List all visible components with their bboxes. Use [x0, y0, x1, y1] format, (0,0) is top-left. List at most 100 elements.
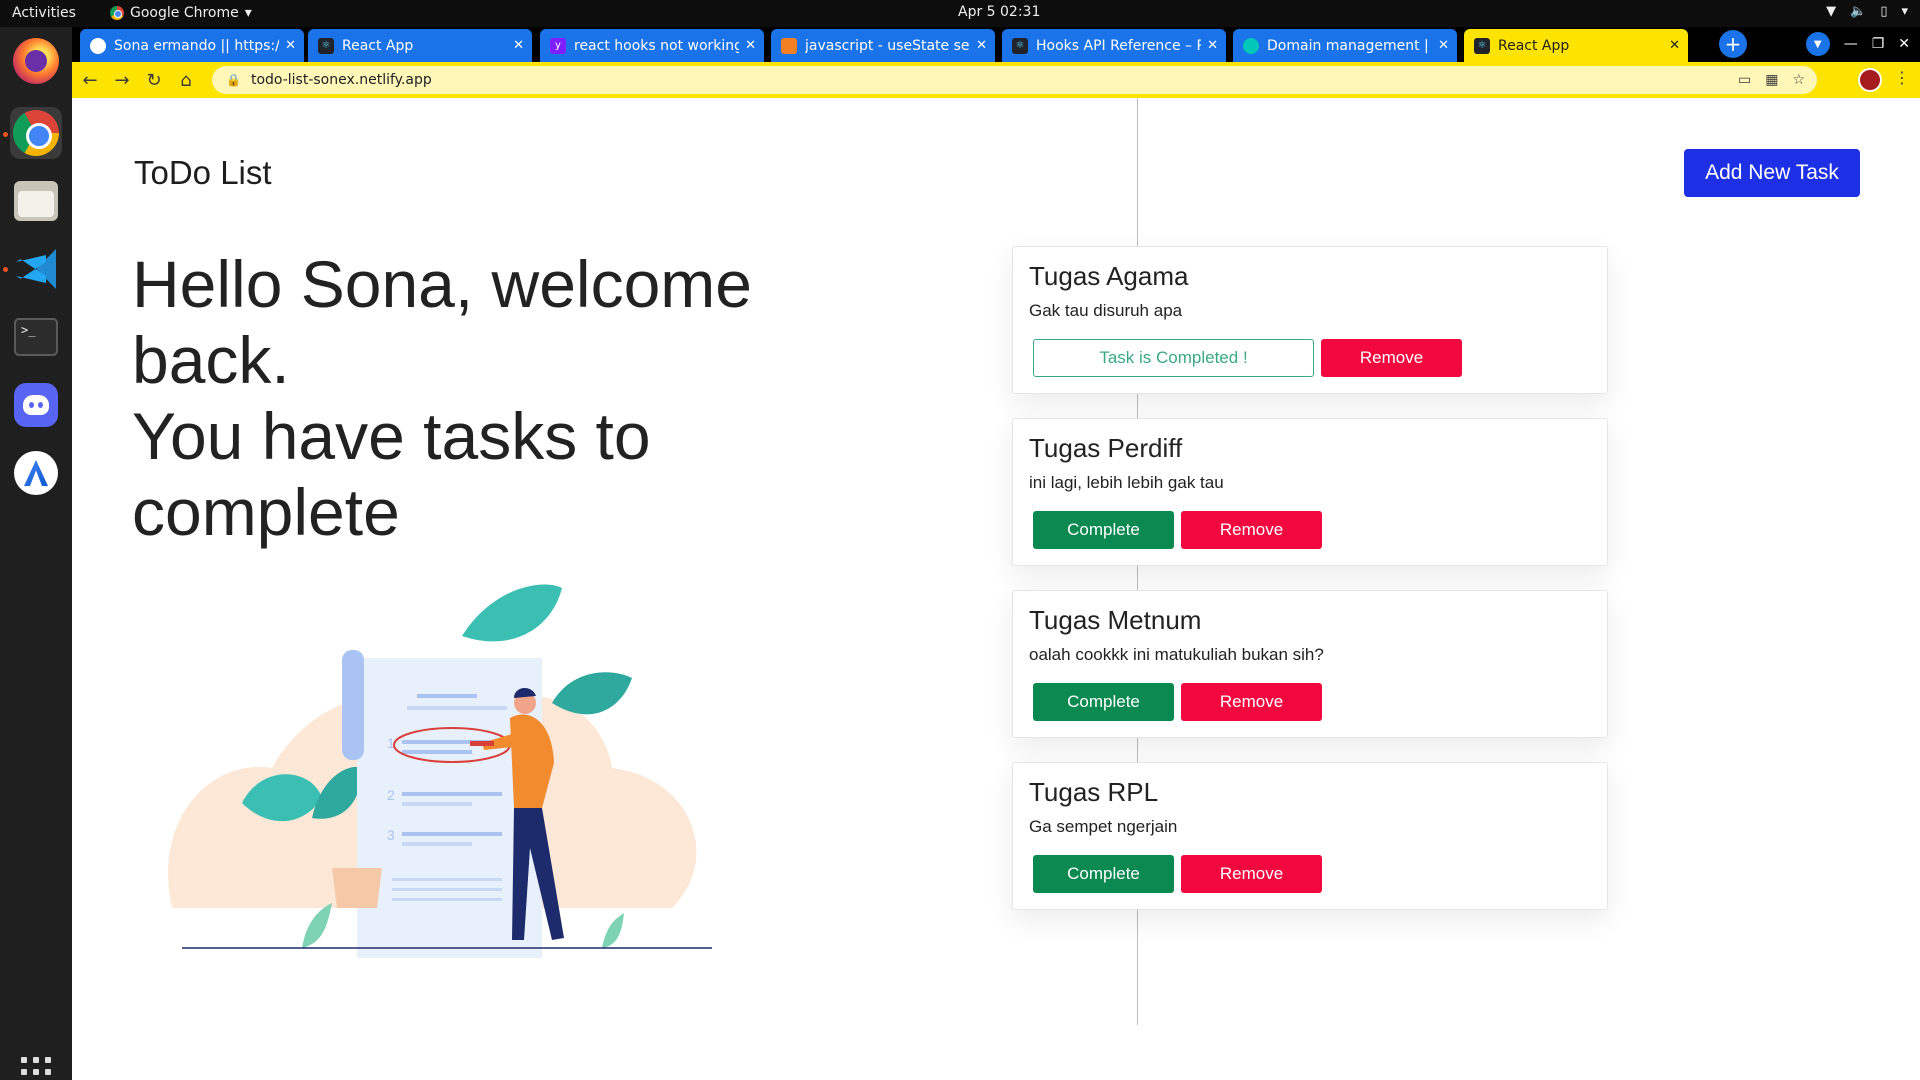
task-title: Tugas Agama	[1029, 261, 1189, 291]
clock[interactable]: Apr 5 02:31	[958, 4, 1040, 20]
dock-files[interactable]	[10, 175, 62, 227]
url-text: todo-list-sonex.netlify.app	[250, 72, 432, 88]
profile-avatar[interactable]	[1858, 68, 1882, 92]
qr-code-icon[interactable]: ▦	[1765, 72, 1778, 88]
address-bar[interactable]: 🔒 todo-list-sonex.netlify.app ▭ ▦ ☆	[212, 66, 1817, 94]
close-icon[interactable]: ✕	[1438, 38, 1449, 53]
document-line	[402, 792, 502, 796]
remove-task-button[interactable]: Remove	[1181, 855, 1322, 893]
app-menu[interactable]: Google Chrome ▾	[110, 5, 252, 21]
power-menu-icon: ▾	[1901, 4, 1908, 19]
dock-firefox[interactable]	[10, 35, 62, 87]
home-icon[interactable]: ⌂	[172, 66, 200, 94]
back-icon[interactable]: ←	[76, 66, 104, 94]
wifi-icon: ▼	[1826, 4, 1837, 19]
close-window-icon[interactable]: ✕	[1898, 36, 1910, 52]
leaf-icon	[552, 672, 632, 715]
dock-android-studio[interactable]	[10, 447, 62, 499]
yahoo-icon: y	[550, 37, 566, 54]
document-line	[392, 878, 502, 881]
system-tray[interactable]: ▼ 🔈 ▯ ▾	[1826, 4, 1908, 19]
tab-title: Hooks API Reference – R	[1036, 37, 1202, 54]
forward-icon[interactable]: →	[108, 66, 136, 94]
dock-vscode[interactable]	[10, 243, 62, 295]
tab-react-app-active[interactable]: ⚛ React App ✕	[1464, 29, 1688, 62]
dock-chrome[interactable]	[10, 107, 62, 159]
document-line	[417, 694, 477, 698]
vscode-icon	[14, 247, 58, 291]
tab-title: React App	[1498, 37, 1570, 54]
grass-icon	[302, 903, 332, 948]
minimize-icon[interactable]: —	[1844, 36, 1858, 52]
terminal-icon: >_	[14, 318, 58, 356]
pot	[332, 868, 382, 908]
tab-react-app[interactable]: ⚛ React App ✕	[308, 29, 532, 62]
todo-page: ToDo List Add New Task Hello Sona, welco…	[72, 98, 1920, 1080]
system-top-bar: Activities Google Chrome ▾ Apr 5 02:31 ▼…	[0, 0, 1920, 27]
window-controls: ▼ — ❐ ✕	[1805, 28, 1910, 60]
tab-domain-management[interactable]: Domain management | S ✕	[1233, 29, 1457, 62]
cast-icon[interactable]: ▭	[1738, 72, 1751, 88]
greeting-line-2: You have tasks to complete	[132, 399, 651, 549]
tab-yahoo[interactable]: y react hooks not working ✕	[540, 29, 764, 62]
new-tab-button[interactable]: +	[1719, 30, 1747, 58]
task-description: ini lagi, lebih lebih gak tau	[1029, 473, 1224, 492]
add-new-task-button[interactable]: Add New Task	[1684, 149, 1860, 197]
dock-discord[interactable]	[10, 379, 62, 431]
greeting-line-1: Hello Sona, welcome back.	[132, 247, 752, 397]
tab-hooks-api[interactable]: ⚛ Hooks API Reference – R ✕	[1002, 29, 1226, 62]
show-applications-icon[interactable]	[21, 1057, 51, 1080]
task-description: Ga sempet ngerjain	[1029, 817, 1178, 836]
document-line	[402, 750, 472, 754]
menu-kebab-icon[interactable]: ⋮	[1894, 68, 1910, 87]
netlify-icon	[1243, 37, 1259, 54]
lock-icon: 🔒	[226, 73, 241, 87]
tab-title: react hooks not working	[574, 37, 740, 54]
restore-icon[interactable]: ❐	[1872, 36, 1885, 52]
document-line	[392, 888, 502, 891]
tab-title: Domain management | S	[1267, 37, 1433, 54]
tab-title: React App	[342, 37, 414, 54]
close-icon[interactable]: ✕	[1207, 38, 1218, 53]
reload-icon[interactable]: ↻	[140, 66, 168, 94]
close-icon[interactable]: ✕	[285, 38, 296, 53]
leaf-icon	[462, 584, 562, 642]
task-description: oalah cookkk ini matukuliah bukan sih?	[1029, 645, 1324, 664]
close-icon[interactable]: ✕	[976, 38, 987, 53]
tab-search-icon[interactable]: ▼	[1805, 32, 1830, 56]
complete-task-button[interactable]: Complete	[1033, 683, 1174, 721]
list-number: 3	[387, 827, 395, 843]
remove-task-button[interactable]: Remove	[1181, 683, 1322, 721]
dock-terminal[interactable]: >_	[10, 311, 62, 363]
bookmark-star-icon[interactable]: ☆	[1792, 72, 1805, 88]
task-title: Tugas Metnum	[1029, 605, 1202, 635]
dock: >_	[0, 27, 72, 1080]
document-line	[407, 706, 507, 710]
chrome-icon	[13, 110, 59, 156]
complete-task-button[interactable]: Complete	[1033, 511, 1174, 549]
close-icon[interactable]: ✕	[1669, 38, 1680, 53]
task-completed-button[interactable]: Task is Completed !	[1033, 339, 1314, 377]
discord-icon	[14, 383, 58, 427]
task-card: Tugas Metnum oalah cookkk ini matukuliah…	[1012, 590, 1608, 738]
close-icon[interactable]: ✕	[513, 38, 524, 53]
tab-title: Sona ermando || https://	[114, 37, 280, 54]
browser-toolbar: ← → ↻ ⌂ 🔒 todo-list-sonex.netlify.app ▭ …	[72, 62, 1920, 98]
task-description: Gak tau disuruh apa	[1029, 301, 1183, 320]
react-icon: ⚛	[1012, 37, 1028, 54]
activities-button[interactable]: Activities	[12, 5, 76, 21]
android-studio-icon	[14, 451, 58, 495]
greeting-heading: Hello Sona, welcome back. You have tasks…	[132, 246, 852, 550]
stackoverflow-icon	[781, 37, 797, 54]
document-line	[402, 842, 472, 846]
complete-task-button[interactable]: Complete	[1033, 855, 1174, 893]
grass-icon	[602, 913, 624, 948]
document-line	[402, 802, 472, 806]
remove-task-button[interactable]: Remove	[1321, 339, 1462, 377]
remove-task-button[interactable]: Remove	[1181, 511, 1322, 549]
tab-github[interactable]: Sona ermando || https:// ✕	[80, 29, 304, 62]
tab-stackoverflow[interactable]: javascript - useState set ✕	[771, 29, 995, 62]
close-icon[interactable]: ✕	[745, 38, 756, 53]
battery-icon: ▯	[1880, 4, 1888, 19]
volume-icon: 🔈	[1850, 4, 1867, 19]
